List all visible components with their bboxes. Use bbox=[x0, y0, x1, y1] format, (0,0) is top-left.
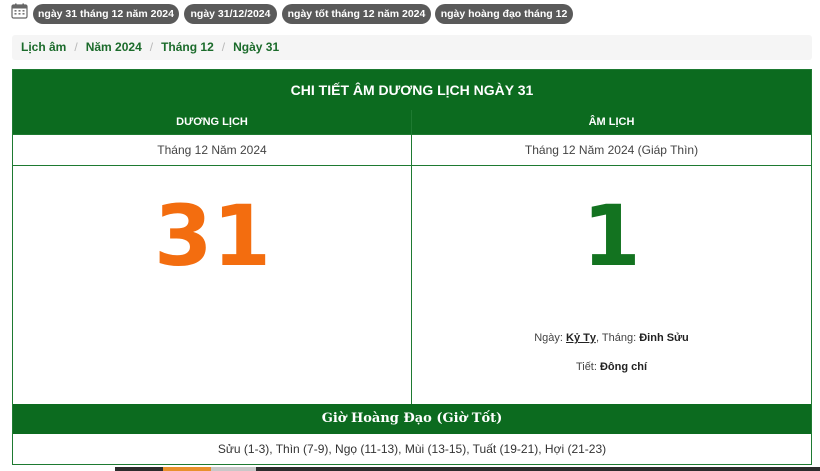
breadcrumb-separator: / bbox=[74, 40, 78, 54]
solar-day-number: 31 bbox=[154, 187, 271, 285]
lunar-column: ÂM LỊCH Tháng 12 Năm 2024 (Giáp Thìn) 1 … bbox=[412, 110, 811, 404]
lunar-day-label: Ngày: bbox=[534, 332, 567, 344]
tag-link-date-short[interactable]: ngày 31/12/2024 bbox=[184, 4, 277, 24]
panel-title: CHI TIẾT ÂM DƯƠNG LỊCH NGÀY 31 bbox=[13, 70, 811, 110]
bottom-image-strip bbox=[115, 467, 820, 471]
breadcrumb-separator: / bbox=[149, 40, 154, 54]
lunar-day-canchi: Kỷ Tỵ bbox=[566, 332, 596, 344]
tag-link-good-days[interactable]: ngày tốt tháng 12 năm 2024 bbox=[282, 4, 431, 24]
solar-header: DƯƠNG LỊCH bbox=[13, 110, 411, 135]
good-hours-list: Sửu (1-3), Thìn (7-9), Ngọ (11-13), Mùi … bbox=[217, 442, 607, 456]
calendar-icon bbox=[11, 3, 28, 19]
lunar-header: ÂM LỊCH bbox=[412, 110, 811, 135]
strip-segment bbox=[211, 467, 256, 471]
tag-bar: ngày 31 tháng 12 năm 2024 ngày 31/12/202… bbox=[0, 0, 820, 28]
calendar-detail-panel: CHI TIẾT ÂM DƯƠNG LỊCH NGÀY 31 DƯƠNG LỊC… bbox=[12, 69, 812, 465]
solar-column: DƯƠNG LỊCH Tháng 12 Năm 2024 31 bbox=[13, 110, 412, 404]
strip-segment bbox=[163, 467, 211, 471]
breadcrumb-month[interactable]: Tháng 12 bbox=[161, 40, 214, 54]
lunar-tiet-line: Tiết: Đông chí bbox=[412, 361, 811, 373]
tiet-value: Đông chí bbox=[599, 361, 648, 373]
breadcrumb-year[interactable]: Năm 2024 bbox=[86, 40, 142, 54]
tag-link-hoang-dao[interactable]: ngày hoàng đạo tháng 12 bbox=[435, 4, 573, 24]
lunar-day-number: 1 bbox=[582, 187, 641, 285]
lunar-month-label: , Tháng: bbox=[596, 332, 640, 344]
good-hours-header: Giờ Hoàng Đạo (Giờ Tốt) bbox=[13, 404, 811, 434]
breadcrumb-day[interactable]: Ngày 31 bbox=[233, 40, 279, 54]
tiet-label: Tiết: bbox=[575, 361, 600, 373]
lunar-month-canchi: Đinh Sửu bbox=[639, 332, 689, 344]
solar-month: Tháng 12 Năm 2024 bbox=[13, 135, 411, 166]
breadcrumb-lich-am[interactable]: Lịch âm bbox=[21, 40, 66, 54]
breadcrumb: Lịch âm / Năm 2024 / Tháng 12 / Ngày 31 bbox=[12, 35, 812, 60]
lunar-canchi-line: Ngày: Kỷ Tỵ, Tháng: Đinh Sửu bbox=[412, 332, 811, 344]
tag-link-date-full[interactable]: ngày 31 tháng 12 năm 2024 bbox=[33, 4, 179, 24]
lunar-month: Tháng 12 Năm 2024 (Giáp Thìn) bbox=[412, 135, 811, 166]
breadcrumb-separator: / bbox=[221, 40, 226, 54]
